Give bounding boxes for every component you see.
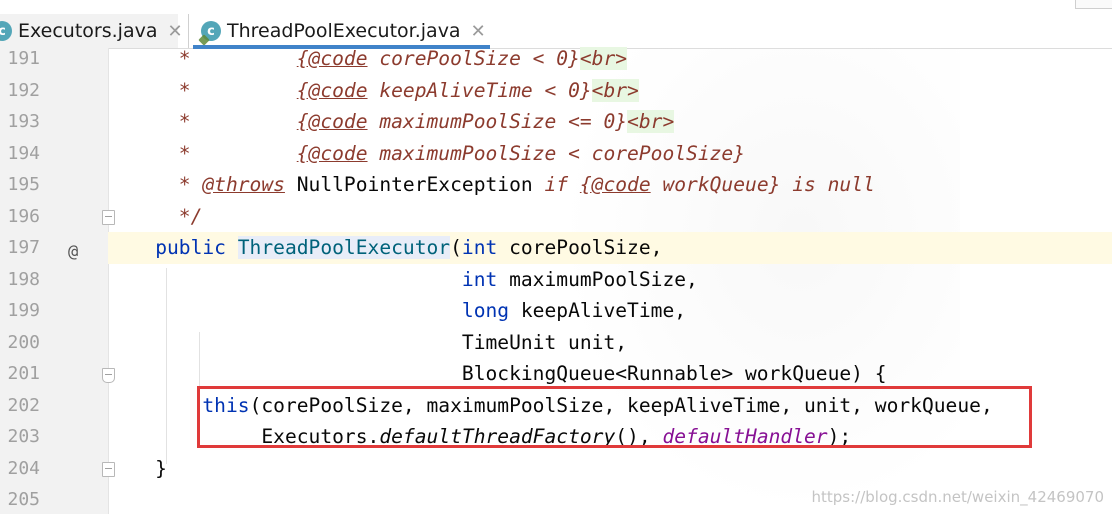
- code-token: public: [155, 236, 226, 259]
- code-token: */: [108, 204, 203, 228]
- code-token: <br>: [627, 110, 675, 133]
- override-method-icon[interactable]: @: [68, 237, 78, 269]
- close-icon[interactable]: ✕: [471, 21, 486, 42]
- highlight-box: [197, 386, 1032, 448]
- indent-guide: [166, 268, 167, 464]
- code-token: keepAliveTime < 0}: [367, 78, 592, 102]
- code-token: TimeUnit unit,: [108, 330, 628, 354]
- code-line[interactable]: int maximumPoolSize,: [108, 264, 1112, 296]
- code-token: *: [108, 173, 203, 196]
- code-token: maximumPoolSize,: [497, 267, 698, 291]
- code-token: *: [108, 78, 297, 102]
- line-number: 203: [7, 426, 40, 447]
- code-token: *: [108, 141, 297, 165]
- line-number: 202: [7, 394, 40, 416]
- code-token: {@code: [296, 141, 368, 165]
- code-token: NullPointerException: [296, 173, 533, 196]
- code-line[interactable]: BlockingQueue<Runnable> workQueue) {: [108, 358, 1112, 390]
- line-number: 199: [7, 300, 40, 321]
- code-line[interactable]: * {@code corePoolSize < 0}<br>: [108, 43, 1112, 75]
- code-token: }: [108, 456, 167, 480]
- code-token: {@code: [296, 110, 368, 133]
- java-class-icon: c: [0, 21, 12, 41]
- code-line[interactable]: long keepAliveTime,: [108, 295, 1112, 327]
- watermark: https://blog.csdn.net/weixin_42469070: [811, 488, 1104, 506]
- code-editor[interactable]: @ 191 192 193 194 195 196 197 198 199 200 201 202 20…: [0, 47, 1112, 514]
- code-token: maximumPoolSize < corePoolSize}: [367, 141, 746, 165]
- code-token: ThreadPoolExecutor: [237, 236, 451, 259]
- line-number: 205: [7, 489, 40, 510]
- code-token: *: [108, 47, 297, 70]
- code-token: int: [461, 267, 498, 291]
- code-line[interactable]: */: [108, 201, 1112, 233]
- code-token: workQueue} is null: [650, 173, 875, 196]
- code-token: {@code: [296, 47, 368, 70]
- code-token: BlockingQueue<Runnable> workQueue) {: [108, 362, 887, 385]
- tab-label: ThreadPoolExecutor.java: [227, 20, 461, 42]
- code-token: maximumPoolSize <= 0}: [367, 110, 628, 133]
- code-line[interactable]: * {@code keepAliveTime < 0}<br>: [108, 75, 1112, 107]
- code-line[interactable]: * @throws NullPointerException if {@code…: [108, 169, 1112, 201]
- code-token: long: [461, 299, 510, 322]
- code-line[interactable]: * {@code maximumPoolSize < corePoolSize}: [108, 138, 1112, 170]
- code-line[interactable]: * {@code maximumPoolSize <= 0}<br>: [108, 106, 1112, 138]
- code-token: <br>: [579, 47, 628, 70]
- line-number: 204: [7, 457, 40, 479]
- line-number: 197: [7, 237, 40, 258]
- close-icon[interactable]: ✕: [167, 21, 182, 42]
- line-number: 201: [7, 363, 40, 384]
- code-line[interactable]: public ThreadPoolExecutor(int corePoolSi…: [108, 232, 1112, 264]
- line-number-gutter[interactable]: @ 191 192 193 194 195 196 197 198 199 200 201 202 20…: [0, 48, 115, 514]
- code-token: corePoolSize,: [497, 236, 663, 259]
- code-token: if: [532, 173, 580, 196]
- code-line[interactable]: }: [108, 453, 1112, 485]
- line-number: 198: [7, 268, 40, 290]
- line-number: 196: [7, 205, 40, 227]
- java-class-icon: c: [201, 21, 221, 41]
- line-number: 192: [7, 79, 40, 101]
- line-number: 193: [7, 111, 40, 132]
- code-token: @throws: [202, 173, 285, 196]
- editor-tab-bar: c Executors.java ✕ c ThreadPoolExecutor.…: [0, 0, 1112, 49]
- code-token: {@code: [296, 78, 368, 102]
- code-token: {@code: [579, 173, 651, 196]
- code-token: keepAliveTime,: [509, 299, 687, 322]
- line-number: 194: [7, 142, 40, 164]
- toolbar-edge: [1075, 0, 1112, 9]
- line-number: 200: [7, 331, 40, 353]
- code-line[interactable]: TimeUnit unit,: [108, 327, 1112, 359]
- code-token: int: [461, 236, 498, 259]
- code-token: corePoolSize < 0}: [367, 47, 580, 70]
- line-number: 195: [7, 174, 40, 195]
- code-token: (: [450, 236, 462, 259]
- code-token: <br>: [591, 78, 639, 102]
- code-token: *: [108, 110, 297, 133]
- line-number: 191: [7, 48, 40, 69]
- tab-label: Executors.java: [18, 20, 158, 42]
